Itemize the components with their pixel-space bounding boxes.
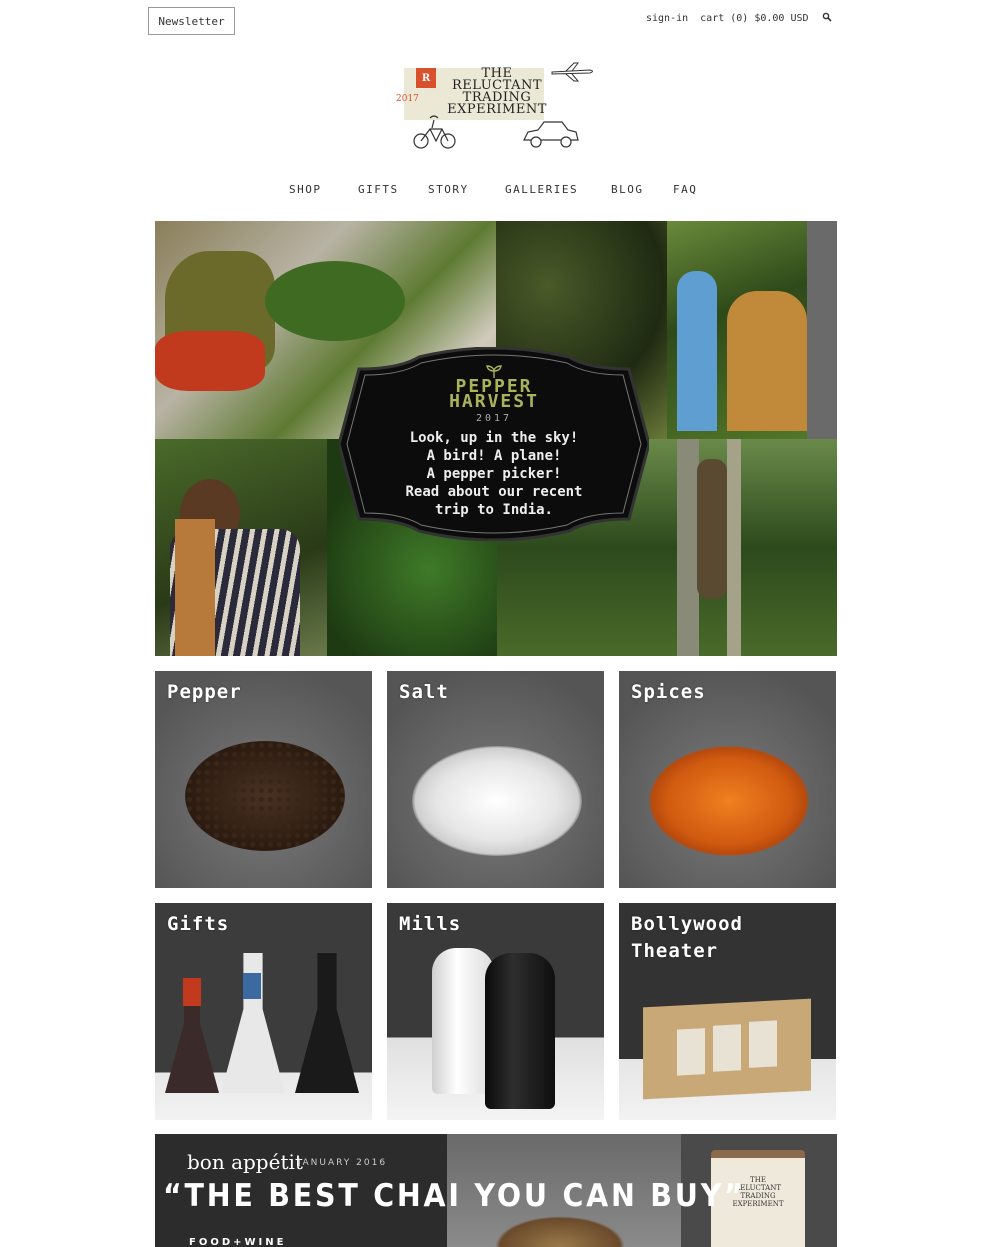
badge-body: Look, up in the sky! A bird! A plane! A … [405,430,583,518]
logo-badge: R [416,68,436,88]
gift-tag-red [183,978,201,1006]
badge-year: 2017 [475,413,513,424]
main-nav: SHOP GIFTS STORY GALLERIES BLOG FAQ [0,183,991,199]
airplane-icon [551,62,593,82]
category-mills[interactable]: Mills [387,903,604,1120]
hero-banner[interactable]: PEPPER HARVEST 2017 Look, up in the sky!… [155,221,837,656]
category-bollywood-theater[interactable]: Bollywood Theater [619,903,836,1120]
logo-year: 2017 [396,94,419,104]
black-mill [485,953,555,1109]
nav-story[interactable]: STORY [428,183,469,196]
spice-set-box [643,998,811,1100]
logo-text: THE RELUCTANT TRADING EXPERIMENT [447,66,547,117]
nav-blog[interactable]: BLOG [611,183,644,196]
nav-faq[interactable]: FAQ [673,183,697,196]
gift-flask-black [295,953,359,1093]
hero-photo-picker-portrait [155,439,327,656]
press-banner[interactable]: THE RELUCTANT TRADING EXPERIMENT bon appéti… [155,1134,837,1247]
signin-link[interactable]: sign-in [646,13,688,24]
bicycle-icon [413,115,456,149]
hero-badge[interactable]: PEPPER HARVEST 2017 Look, up in the sky!… [339,347,649,541]
category-salt[interactable]: Salt [387,671,604,888]
category-gifts[interactable]: Gifts [155,903,372,1120]
newsletter-button[interactable]: Newsletter [148,7,235,35]
category-label: Gifts [167,913,230,935]
salt-pile [412,746,582,856]
press-quote: “THE BEST CHAI YOU CAN BUY” [163,1178,746,1214]
car-icon [523,121,579,148]
press-sub: FOOD+WINE [189,1237,287,1247]
nav-galleries[interactable]: GALLERIES [505,183,578,196]
pepper-pile [185,741,345,851]
spice-pile [649,746,809,856]
category-label: Mills [399,913,462,935]
site-logo[interactable]: R 2017 THE RELUCTANT TRADING EXPERIMENT [394,58,598,154]
badge-title: PEPPER HARVEST [449,376,539,412]
gift-tag-blue [243,973,261,999]
hero-photo-farmers [667,221,837,439]
category-label: Bollywood Theater [631,913,743,962]
cart-link[interactable]: cart (0) $0.00 USD [700,13,808,24]
nav-gifts[interactable]: GIFTS [358,183,399,196]
category-label: Pepper [167,681,242,703]
category-spices[interactable]: Spices [619,671,836,888]
press-magazine: bon appétit [187,1150,303,1174]
category-label: Salt [399,681,449,703]
press-date: JANUARY 2016 [298,1158,388,1168]
category-label: Spices [631,681,706,703]
category-pepper[interactable]: Pepper [155,671,372,888]
nav-shop[interactable]: SHOP [289,183,322,196]
account-links: sign-in cart (0) $0.00 USD [646,13,809,24]
search-icon[interactable] [822,12,832,22]
